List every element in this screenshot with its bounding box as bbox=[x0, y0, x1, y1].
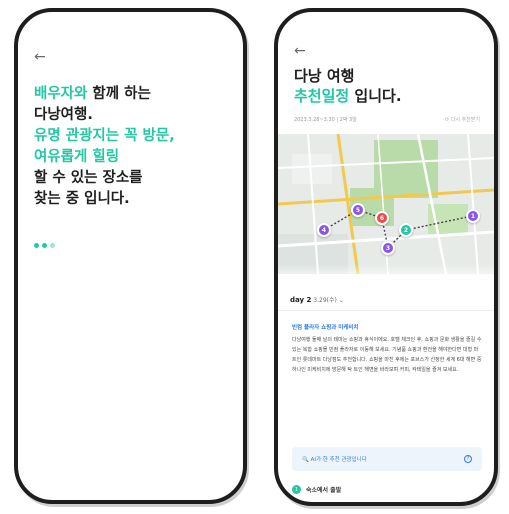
subtitle-highlight: 추천일정 bbox=[294, 87, 350, 105]
highlight-text: 배우자와 bbox=[34, 86, 88, 102]
message-text: 할 수 있는 장소를 bbox=[34, 170, 143, 186]
map-pin[interactable]: 5 bbox=[351, 203, 365, 217]
step-number: 1 bbox=[292, 485, 301, 494]
message-line: 할 수 있는 장소를 bbox=[34, 168, 175, 189]
place-description: 다낭여행 둘째 날의 테마는 쇼핑과 휴식이에요. 호텔 체크인 후, 쇼핑과 … bbox=[292, 337, 482, 373]
back-arrow-icon[interactable]: ← bbox=[34, 50, 46, 64]
itinerary-step[interactable]: 1 숙소에서 출발 bbox=[292, 485, 341, 494]
map-pin[interactable]: 4 bbox=[317, 223, 331, 237]
phone-right: ← 다낭 여행 추천일정 입니다. 2023.3.28~3.30 | 2박 3일… bbox=[274, 8, 498, 506]
subtitle-rest: 입니다. bbox=[349, 87, 402, 105]
day-selector[interactable]: day 2 3.29(수) ⌄ bbox=[290, 295, 344, 304]
help-icon[interactable]: ? bbox=[464, 455, 472, 463]
message-text: 찾는 중 입니다. bbox=[34, 191, 130, 207]
ai-notice-text: 🔍 AI가 한 추천 관광입니다 bbox=[302, 457, 367, 463]
map-pin[interactable]: 6 bbox=[375, 211, 389, 225]
message-line: 다낭여행. bbox=[34, 105, 175, 126]
step-label: 숙소에서 출발 bbox=[306, 487, 342, 494]
message-line: 유명 관광지는 꼭 방문, bbox=[34, 126, 175, 147]
map-fade bbox=[278, 264, 494, 284]
highlight-text: 여유롭게 힐링 bbox=[34, 149, 120, 165]
map-pin[interactable]: 3 bbox=[381, 241, 395, 255]
loading-dot bbox=[50, 243, 55, 248]
loading-message: 배우자와 함께 하는다낭여행. 유명 관광지는 꼭 방문, 여유롭게 힐링할 수 있… bbox=[34, 84, 175, 210]
back-arrow-icon[interactable]: ← bbox=[294, 44, 306, 58]
highlight-text: 유명 관광지는 꼭 방문, bbox=[34, 128, 175, 144]
message-line: 배우자와 함께 하는 bbox=[34, 84, 175, 105]
page-title: 다낭 여행 bbox=[294, 67, 355, 85]
ai-notice-box: 🔍 AI가 한 추천 관광입니다 ? bbox=[292, 447, 482, 471]
divider bbox=[278, 310, 494, 311]
day-date: 3.29(수) ⌄ bbox=[311, 297, 344, 304]
loading-dots bbox=[34, 243, 55, 248]
page-subtitle: 추천일정 입니다. bbox=[294, 86, 402, 106]
day-label: day 2 bbox=[290, 296, 312, 304]
message-text: 함께 하는 bbox=[87, 86, 151, 102]
loading-dot bbox=[42, 243, 47, 248]
trip-dates: 2023.3.28~3.30 | 2박 3일 bbox=[294, 117, 357, 123]
phone-left: ← 배우자와 함께 하는다낭여행. 유명 관광지는 꼭 방문, 여유롭게 힐링할 수… bbox=[14, 8, 247, 504]
message-line: 찾는 중 입니다. bbox=[34, 189, 175, 210]
message-text: 다낭여행. bbox=[34, 107, 93, 123]
place-name[interactable]: 빈컴 플라자 쇼핑과 미케비치 bbox=[292, 323, 358, 331]
map-pin[interactable]: 2 bbox=[399, 223, 413, 237]
route-map[interactable]: 1 2 3 4 5 6 bbox=[278, 134, 494, 274]
re-recommend-link[interactable]: ⟳ 다시 추천받기 bbox=[445, 116, 480, 123]
map-pin[interactable]: 1 bbox=[466, 209, 480, 223]
loading-dot bbox=[34, 243, 39, 248]
message-line: 여유롭게 힐링 bbox=[34, 147, 175, 168]
